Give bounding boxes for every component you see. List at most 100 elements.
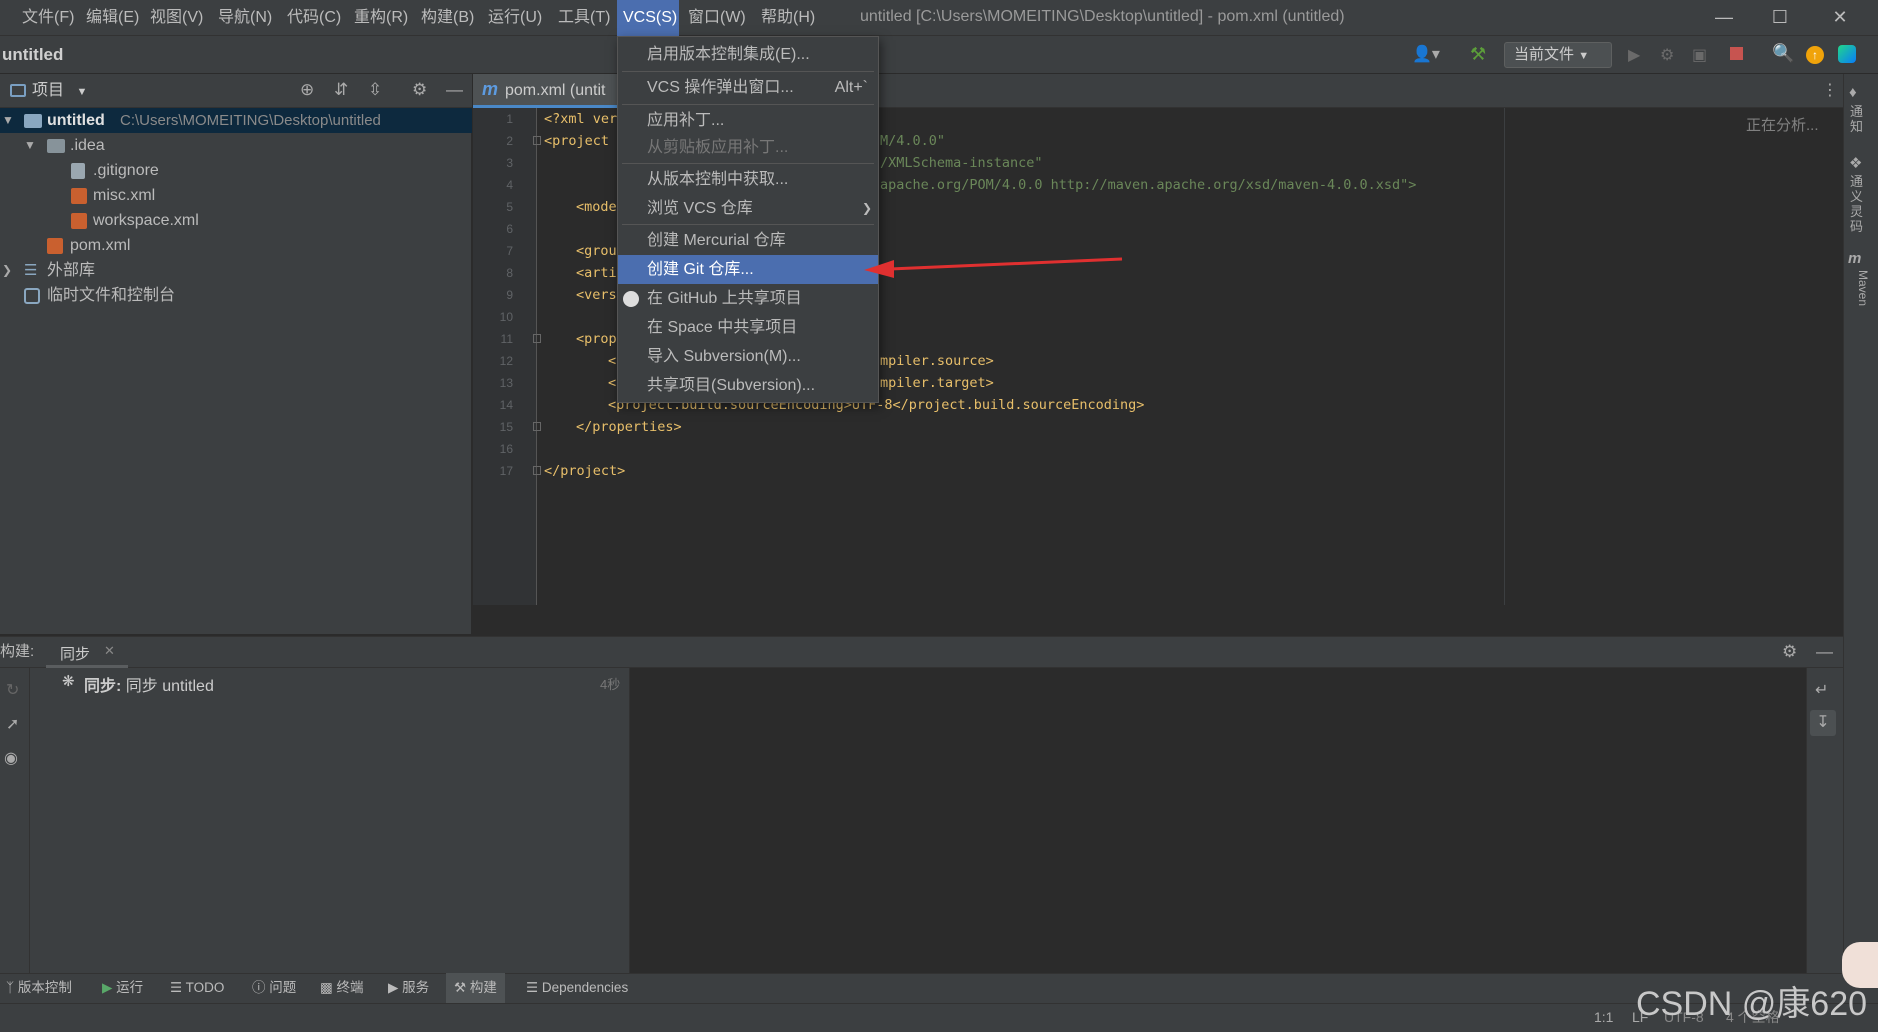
project-panel-title[interactable]: 项目 ▼ <box>32 74 87 108</box>
tree-item-untitled[interactable]: ▼ untitled C:\Users\MOMEITING\Desktop\un… <box>0 108 472 133</box>
tool-tongyi[interactable]: 通义灵码 <box>1850 174 1870 234</box>
jetbrains-icon[interactable] <box>1838 45 1856 63</box>
fold-icon[interactable] <box>533 334 541 343</box>
menu-item-share-space[interactable]: 在 Space 中共享项目 <box>618 313 878 342</box>
stop-icon[interactable] <box>1730 47 1743 60</box>
tree-item-misc-xml[interactable]: misc.xml <box>0 183 472 208</box>
tree-item-external-libs[interactable]: ❯ ☰ 外部库 <box>0 258 472 283</box>
sync-row[interactable]: 同步: 同步 untitled <box>84 672 214 696</box>
more-icon[interactable]: ⋮ <box>1822 80 1838 100</box>
tool-notifications[interactable]: 通知 <box>1850 104 1870 134</box>
code-line: < <box>608 375 617 391</box>
build-panel-label: 构建: <box>0 643 35 660</box>
tool-maven[interactable]: Maven <box>1850 270 1870 306</box>
menu-item-apply-patch[interactable]: 应用补丁... <box>618 106 878 135</box>
run-icon[interactable]: ▶ <box>1628 45 1640 65</box>
avatar[interactable] <box>1842 942 1878 988</box>
chevron-down-icon: ▼ <box>24 138 36 152</box>
update-icon[interactable]: ↑ <box>1806 46 1824 64</box>
menu-item-share-svn[interactable]: 共享项目(Subversion)... <box>618 371 878 400</box>
menu-item-create-git[interactable]: 创建 Git 仓库... <box>618 255 878 284</box>
tab-sync[interactable]: 同步 ✕ <box>46 636 128 668</box>
gear-icon[interactable]: ⚙ <box>1782 642 1797 662</box>
close-icon[interactable]: ✕ <box>104 643 115 659</box>
menu-item-apply-patch-clipboard[interactable]: 从剪贴板应用补丁... <box>618 133 878 162</box>
menu-refactor[interactable]: 重构(R) <box>348 0 414 36</box>
menu-navigate[interactable]: 导航(N) <box>212 0 278 36</box>
menu-item-import-svn[interactable]: 导入 Subversion(M)... <box>618 342 878 371</box>
tree-item-idea[interactable]: ▼ .idea <box>0 133 472 158</box>
tongyi-icon[interactable]: ❖ <box>1849 154 1862 172</box>
menu-item-share-github[interactable]: 在 GitHub 上共享项目 <box>618 284 878 313</box>
line-number: 9 <box>506 288 513 302</box>
tool-problems[interactable]: ⓘ 问题 <box>252 973 296 1003</box>
menu-edit[interactable]: 编辑(E) <box>80 0 145 36</box>
pin-icon[interactable]: ➚ <box>6 714 19 734</box>
bell-icon[interactable]: ♦ <box>1849 84 1857 101</box>
gear-icon[interactable]: ⚙ <box>412 80 427 100</box>
maximize-button[interactable]: ☐ <box>1752 0 1808 36</box>
chevron-down-icon: ▼ <box>1578 50 1590 62</box>
menu-item-vcs-popup[interactable]: VCS 操作弹出窗口... Alt+` <box>618 73 878 102</box>
folder-icon <box>47 139 65 153</box>
project-title-label: 项目 <box>32 82 65 99</box>
scroll-to-end-icon[interactable]: ↧ <box>1810 710 1836 736</box>
debug-icon[interactable]: ⚙ <box>1660 45 1674 65</box>
code-line: <arti <box>576 265 617 281</box>
maven-icon[interactable]: m <box>1848 250 1861 267</box>
menu-vcs[interactable]: VCS(S) <box>617 0 679 36</box>
locate-icon[interactable]: ⊕ <box>300 80 314 100</box>
menu-item-enable-vcs[interactable]: 启用版本控制集成(E)... <box>618 40 878 69</box>
tool-label: 问题 <box>269 980 297 995</box>
refresh-icon[interactable]: ↻ <box>6 680 19 700</box>
collapse-all-icon[interactable]: ⇳ <box>368 80 382 100</box>
close-button[interactable]: ✕ <box>1812 0 1868 36</box>
menu-separator <box>622 104 874 105</box>
coverage-icon[interactable]: ▣ <box>1692 45 1707 65</box>
fold-icon[interactable] <box>533 136 541 145</box>
menu-tools[interactable]: 工具(T) <box>552 0 616 36</box>
menu-code[interactable]: 代码(C) <box>281 0 347 36</box>
tree-path: C:\Users\MOMEITING\Desktop\untitled <box>120 112 381 129</box>
tab-pom-xml[interactable]: m pom.xml (untit <box>473 74 618 108</box>
fold-icon[interactable] <box>533 466 541 475</box>
hide-panel-icon[interactable]: — <box>446 80 463 100</box>
build-hammer-icon[interactable]: ⚒ <box>1470 44 1494 66</box>
tool-build[interactable]: ⚒ 构建 <box>446 973 505 1003</box>
menu-file[interactable]: 文件(F) <box>16 0 80 36</box>
menu-help[interactable]: 帮助(H) <box>755 0 821 36</box>
fold-icon[interactable] <box>533 422 541 431</box>
tool-version-control[interactable]: ᛉ 版本控制 <box>6 973 72 1003</box>
hide-panel-icon[interactable]: — <box>1816 642 1833 662</box>
tool-services[interactable]: ▶ 服务 <box>388 973 429 1003</box>
tree-item-scratches[interactable]: 临时文件和控制台 <box>0 283 472 308</box>
tree-item-workspace-xml[interactable]: workspace.xml <box>0 208 472 233</box>
tree-label: .idea <box>70 137 105 154</box>
menu-build[interactable]: 构建(B) <box>415 0 480 36</box>
eye-icon[interactable]: ◉ <box>4 748 18 768</box>
tool-dependencies[interactable]: ☰ Dependencies <box>526 973 628 1003</box>
tool-todo[interactable]: ☰ TODO <box>170 973 224 1003</box>
minimize-button[interactable]: — <box>1696 0 1752 36</box>
caret-position[interactable]: 1:1 <box>1594 1003 1613 1032</box>
list-icon: ☰ <box>170 980 183 995</box>
menu-view[interactable]: 视图(V) <box>144 0 209 36</box>
tree-item-pom-xml[interactable]: pom.xml <box>0 233 472 258</box>
code-line: <vers <box>576 287 617 303</box>
tool-run[interactable]: ▶ 运行 <box>102 973 143 1003</box>
menu-run[interactable]: 运行(U) <box>482 0 548 36</box>
soft-wrap-icon[interactable]: ↵ <box>1815 680 1828 700</box>
run-config-select[interactable]: 当前文件 ▼ <box>1504 42 1612 68</box>
menu-item-create-mercurial[interactable]: 创建 Mercurial 仓库 <box>618 226 878 255</box>
tree-item-gitignore[interactable]: .gitignore <box>0 158 472 183</box>
menu-item-browse-vcs[interactable]: 浏览 VCS 仓库 ❯ <box>618 194 878 223</box>
project-breadcrumb[interactable]: untitled <box>2 36 63 74</box>
menu-window[interactable]: 窗口(W) <box>682 0 752 36</box>
tool-terminal[interactable]: ▩ 终端 <box>320 973 364 1003</box>
menu-item-get-from-vcs[interactable]: 从版本控制中获取... <box>618 165 878 194</box>
user-icon[interactable]: 👤▾ <box>1412 44 1446 66</box>
expand-all-icon[interactable]: ⇵ <box>334 80 348 100</box>
search-icon[interactable]: 🔍 <box>1772 43 1794 64</box>
spinner-icon: ❋ <box>62 673 75 690</box>
menu-shortcut: Alt+` <box>834 79 868 96</box>
